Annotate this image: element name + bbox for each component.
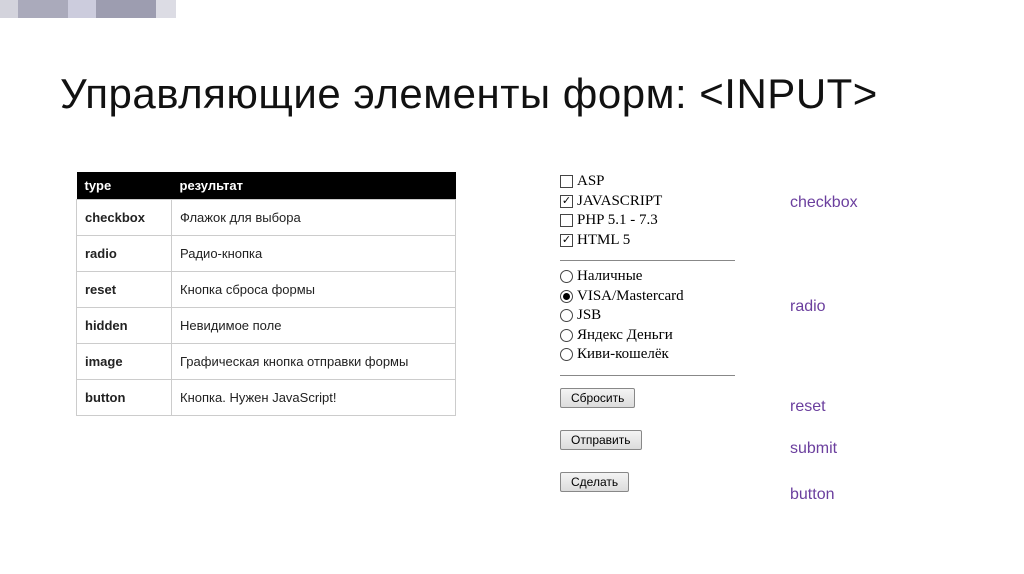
table-row: hiddenНевидимое поле	[77, 308, 456, 344]
decoration-top	[0, 0, 220, 34]
types-table-container: type результат checkboxФлажок для выбора…	[76, 172, 456, 416]
checkbox-php[interactable]: PHP 5.1 - 7.3	[560, 211, 940, 231]
radio-yandex[interactable]: Яндекс Деньги	[560, 326, 940, 346]
radio-jsb[interactable]: JSB	[560, 306, 940, 326]
cell-type: checkbox	[77, 200, 172, 236]
checkbox-label: ASP	[577, 172, 605, 192]
table-header-type: type	[77, 172, 172, 200]
radio-icon	[560, 348, 573, 361]
button-example: Сделать	[560, 466, 940, 502]
table-row: checkboxФлажок для выбора	[77, 200, 456, 236]
cell-desc: Радио-кнопка	[172, 236, 456, 272]
radio-icon	[560, 270, 573, 283]
radio-visa[interactable]: VISA/Mastercard	[560, 287, 940, 307]
page-title: Управляющие элементы форм: <INPUT>	[60, 70, 878, 118]
checkbox-label: PHP 5.1 - 7.3	[577, 211, 658, 231]
radio-label: Киви-кошелёк	[577, 345, 669, 365]
checkbox-icon	[560, 195, 573, 208]
annotation-checkbox: checkbox	[790, 194, 858, 212]
cell-type: image	[77, 344, 172, 380]
checkbox-icon	[560, 214, 573, 227]
radio-qiwi[interactable]: Киви-кошелёк	[560, 345, 940, 365]
table-row: buttonКнопка. Нужен JavaScript!	[77, 380, 456, 416]
radio-label: JSB	[577, 306, 601, 326]
checkbox-example: ASP JAVASCRIPT PHP 5.1 - 7.3 HTML 5	[560, 172, 940, 254]
submit-example: Отправить	[560, 424, 940, 460]
radio-cash[interactable]: Наличные	[560, 267, 940, 287]
cell-type: radio	[77, 236, 172, 272]
radio-icon	[560, 290, 573, 303]
generic-button[interactable]: Сделать	[560, 472, 629, 492]
table-header-result: результат	[172, 172, 456, 200]
cell-desc: Флажок для выбора	[172, 200, 456, 236]
checkbox-icon	[560, 234, 573, 247]
annotation-submit: submit	[790, 440, 837, 458]
radio-icon	[560, 309, 573, 322]
table-row: radioРадио-кнопка	[77, 236, 456, 272]
radio-icon	[560, 329, 573, 342]
table-row: imageГрафическая кнопка отправки формы	[77, 344, 456, 380]
divider	[560, 260, 735, 261]
annotation-button: button	[790, 486, 834, 504]
cell-desc: Невидимое поле	[172, 308, 456, 344]
cell-desc: Кнопка. Нужен JavaScript!	[172, 380, 456, 416]
checkbox-html5[interactable]: HTML 5	[560, 231, 940, 251]
radio-label: Наличные	[577, 267, 642, 287]
checkbox-label: JAVASCRIPT	[577, 192, 662, 212]
types-table: type результат checkboxФлажок для выбора…	[76, 172, 456, 416]
radio-example: Наличные VISA/Mastercard JSB Яндекс День…	[560, 267, 940, 369]
checkbox-label: HTML 5	[577, 231, 630, 251]
reset-example: Сбросить	[560, 382, 940, 418]
divider	[560, 375, 735, 376]
table-row: resetКнопка сброса формы	[77, 272, 456, 308]
cell-type: hidden	[77, 308, 172, 344]
checkbox-javascript[interactable]: JAVASCRIPT	[560, 192, 940, 212]
cell-type: button	[77, 380, 172, 416]
examples-column: ASP JAVASCRIPT PHP 5.1 - 7.3 HTML 5 Нали…	[560, 172, 940, 508]
checkbox-icon	[560, 175, 573, 188]
radio-label: VISA/Mastercard	[577, 287, 684, 307]
cell-type: reset	[77, 272, 172, 308]
checkbox-asp[interactable]: ASP	[560, 172, 940, 192]
reset-button[interactable]: Сбросить	[560, 388, 635, 408]
cell-desc: Кнопка сброса формы	[172, 272, 456, 308]
annotation-radio: radio	[790, 298, 826, 316]
radio-label: Яндекс Деньги	[577, 326, 673, 346]
submit-button[interactable]: Отправить	[560, 430, 642, 450]
cell-desc: Графическая кнопка отправки формы	[172, 344, 456, 380]
annotation-reset: reset	[790, 398, 826, 416]
